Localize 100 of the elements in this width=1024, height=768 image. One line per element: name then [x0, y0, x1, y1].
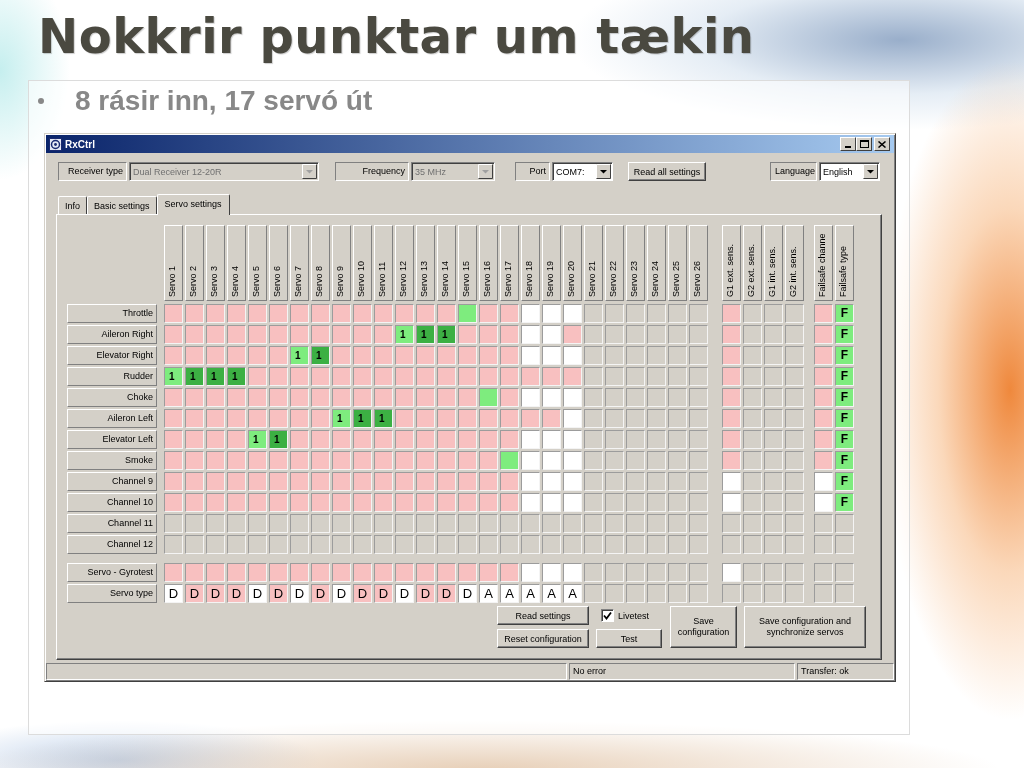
- column-header: Failsafe type: [835, 225, 854, 301]
- grid-cell[interactable]: A: [542, 584, 561, 603]
- grid-cell[interactable]: F: [835, 304, 854, 323]
- minimize-button[interactable]: [840, 137, 856, 151]
- grid-cell[interactable]: A: [479, 584, 498, 603]
- column-header: Servo 10: [353, 225, 372, 301]
- grid-cell[interactable]: D: [416, 584, 435, 603]
- grid-cell[interactable]: D: [395, 584, 414, 603]
- grid-cell[interactable]: 1: [164, 367, 183, 386]
- dropdown[interactable]: COM7:: [552, 162, 613, 181]
- bullet-icon: [38, 98, 44, 104]
- grid-cell[interactable]: 1: [290, 346, 309, 365]
- column-header: G2 ext. sens.: [743, 225, 762, 301]
- grid-cell[interactable]: 1: [227, 367, 246, 386]
- window-title: RxCtrl: [65, 138, 95, 150]
- column-header: Servo 11: [374, 225, 393, 301]
- tab[interactable]: Info: [58, 196, 87, 214]
- grid-cell[interactable]: 1: [437, 325, 456, 344]
- column-header: Servo 16: [479, 225, 498, 301]
- row-header: Channel 11: [67, 514, 157, 533]
- grid-cell[interactable]: F: [835, 493, 854, 512]
- column-header: Servo 19: [542, 225, 561, 301]
- grid-cell[interactable]: D: [311, 584, 330, 603]
- grid-cell[interactable]: D: [374, 584, 393, 603]
- column-header: Servo 2: [185, 225, 204, 301]
- grid-cell[interactable]: F: [835, 388, 854, 407]
- grid-cell[interactable]: D: [458, 584, 477, 603]
- row-header: Aileron Right: [67, 325, 157, 344]
- grid-cell[interactable]: F: [835, 409, 854, 428]
- column-header: Servo 26: [689, 225, 708, 301]
- row-header: Servo type: [67, 584, 157, 603]
- column-header: Servo 8: [311, 225, 330, 301]
- grid-cell[interactable]: D: [185, 584, 204, 603]
- grid-cell[interactable]: 1: [269, 430, 288, 449]
- save-configuration-button[interactable]: Save configuration: [670, 606, 737, 648]
- column-header: Servo 22: [605, 225, 624, 301]
- grid-cell[interactable]: 1: [374, 409, 393, 428]
- tab[interactable]: Servo settings: [156, 194, 230, 215]
- grid-cell[interactable]: D: [164, 584, 183, 603]
- grid-cell[interactable]: F: [835, 346, 854, 365]
- slide-title: Nokkrir punktar um tækin: [38, 9, 755, 64]
- column-header: Servo 15: [458, 225, 477, 301]
- transfer-status: Transfer: ok: [797, 663, 894, 680]
- grid-cell[interactable]: F: [835, 430, 854, 449]
- grid-cell[interactable]: D: [290, 584, 309, 603]
- checkbox-label[interactable]: Livetest: [618, 610, 650, 621]
- grid-cell[interactable]: 1: [311, 346, 330, 365]
- caret-icon: [478, 164, 493, 179]
- livetest-checkbox[interactable]: [601, 609, 614, 622]
- close-button[interactable]: [874, 137, 890, 151]
- grid-cell[interactable]: A: [500, 584, 519, 603]
- grid-cell[interactable]: D: [269, 584, 288, 603]
- grid-cell[interactable]: 1: [332, 409, 351, 428]
- caret-icon: [863, 164, 878, 179]
- grid-cell[interactable]: D: [248, 584, 267, 603]
- grid-cell[interactable]: D: [227, 584, 246, 603]
- read-settings-button[interactable]: Read settings: [497, 606, 589, 625]
- field-label: Receiver type: [58, 162, 127, 181]
- column-header: Servo 24: [647, 225, 666, 301]
- grid-cell[interactable]: F: [835, 325, 854, 344]
- column-header: G2 int. sens.: [785, 225, 804, 301]
- grid-cell[interactable]: 1: [185, 367, 204, 386]
- row-header: Rudder: [67, 367, 157, 386]
- read-all-settings-button[interactable]: Read all settings: [628, 162, 706, 181]
- grid-cell[interactable]: D: [353, 584, 372, 603]
- grid-cell[interactable]: 1: [206, 367, 225, 386]
- grid-cell[interactable]: F: [835, 367, 854, 386]
- column-header: Servo 12: [395, 225, 414, 301]
- grid-cell[interactable]: F: [835, 472, 854, 491]
- grid-cell[interactable]: 1: [416, 325, 435, 344]
- grid-cell[interactable]: 1: [395, 325, 414, 344]
- grid-cell[interactable]: D: [332, 584, 351, 603]
- grid-cell[interactable]: 1: [248, 430, 267, 449]
- tab[interactable]: Basic settings: [87, 196, 157, 214]
- grid-cell[interactable]: A: [563, 584, 582, 603]
- reset-configuration-button[interactable]: Reset configuration: [497, 629, 589, 648]
- grid-cell[interactable]: F: [835, 451, 854, 470]
- grid-cell[interactable]: D: [206, 584, 225, 603]
- column-header: Servo 17: [500, 225, 519, 301]
- test-button[interactable]: Test: [596, 629, 662, 648]
- column-header: Servo 13: [416, 225, 435, 301]
- column-header: Servo 7: [290, 225, 309, 301]
- field-label: Port: [515, 162, 550, 181]
- caret-icon: [596, 164, 611, 179]
- column-header: Servo 21: [584, 225, 603, 301]
- status-message: No error: [569, 663, 795, 680]
- maximize-button[interactable]: [856, 137, 872, 151]
- checkmark-icon: [603, 611, 612, 620]
- row-header: Channel 9: [67, 472, 157, 491]
- column-header: Failsafe channe: [814, 225, 833, 301]
- row-header: Aileron Left: [67, 409, 157, 428]
- grid-cell[interactable]: 1: [353, 409, 372, 428]
- column-header: G1 ext. sens.: [722, 225, 741, 301]
- row-header: Elevator Left: [67, 430, 157, 449]
- column-header: Servo 6: [269, 225, 288, 301]
- grid-cell[interactable]: A: [521, 584, 540, 603]
- save-and-synchronize-button[interactable]: Save configuration and synchronize servos: [744, 606, 866, 648]
- row-header: Channel 10: [67, 493, 157, 512]
- dropdown[interactable]: English: [819, 162, 880, 181]
- grid-cell[interactable]: D: [437, 584, 456, 603]
